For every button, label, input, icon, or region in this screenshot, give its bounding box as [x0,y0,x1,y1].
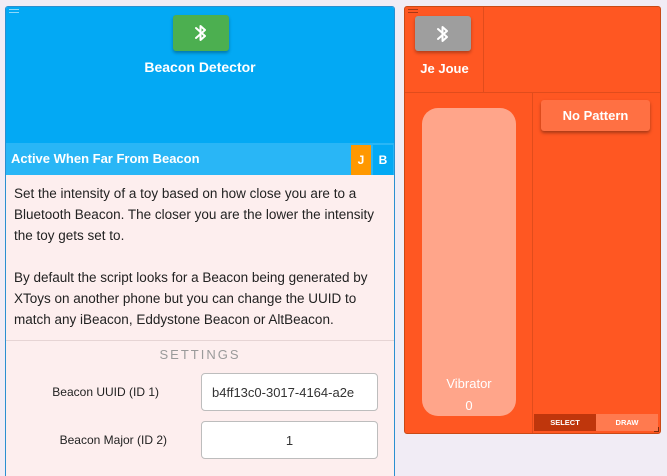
settings-divider [6,340,394,341]
column-divider [532,93,533,433]
resize-handle[interactable] [654,427,659,432]
je-joue-panel: Je Joue Vibrator 0 No Pattern SELECT DRA… [404,6,661,434]
select-mode-button[interactable]: SELECT [534,414,596,431]
vibrator-slider[interactable]: Vibrator 0 [422,108,516,416]
beacon-title: Beacon Detector [144,59,256,75]
settings-heading: SETTINGS [159,347,241,362]
vibrator-label: Vibrator [446,376,492,391]
vibrator-value: 0 [465,398,473,413]
bluetooth-icon [437,25,448,42]
beacon-header: Beacon Detector [6,7,394,143]
uuid-input[interactable]: b4ff13c0-3017-4164-a2e [201,373,378,411]
script-description: Set the intensity of a toy based on how … [14,183,392,330]
major-label: Beacon Major (ID 2) [59,433,167,447]
script-bar: Active When Far From Beacon J B [6,143,394,175]
draw-mode-button[interactable]: DRAW [596,414,658,431]
description-paragraph: By default the script looks for a Beacon… [14,270,368,327]
toy-header: Je Joue [405,7,484,92]
script-title: Active When Far From Beacon [11,151,200,166]
toy-bluetooth-button[interactable] [415,16,471,51]
drag-handle[interactable] [408,9,418,15]
no-pattern-button[interactable]: No Pattern [541,100,650,131]
drag-handle[interactable] [9,9,19,15]
toy-title: Je Joue [420,61,469,76]
description-paragraph: Set the intensity of a toy based on how … [14,186,374,243]
uuid-label: Beacon UUID (ID 1) [52,385,159,399]
beacon-detector-panel: Beacon Detector Active When Far From Bea… [5,6,395,476]
major-input[interactable]: 1 [201,421,378,459]
beacon-bluetooth-button[interactable] [173,15,229,51]
script-tag-b[interactable]: B [373,145,393,175]
bluetooth-icon [195,25,206,41]
script-tag-j[interactable]: J [351,145,371,175]
